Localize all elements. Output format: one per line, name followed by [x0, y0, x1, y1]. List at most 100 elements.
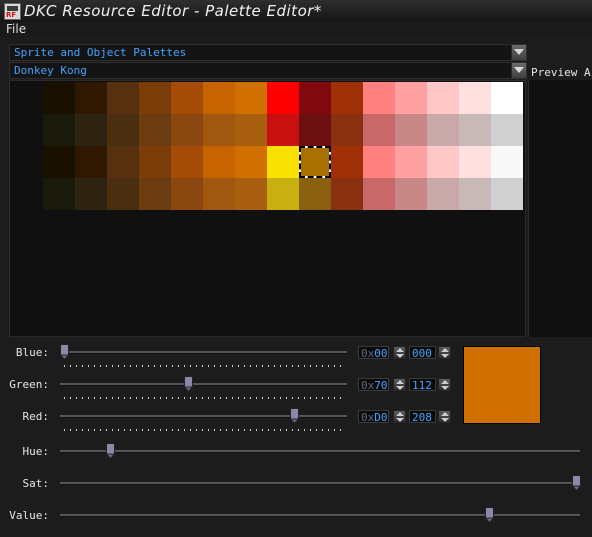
palette-swatch[interactable] — [43, 114, 75, 146]
blue-dec-spinner[interactable] — [438, 346, 451, 359]
palette-swatch[interactable] — [459, 82, 491, 114]
palette-swatch[interactable] — [427, 82, 459, 114]
palette-swatch[interactable] — [43, 146, 75, 178]
red-label: Red: — [22, 410, 50, 423]
palette-swatch[interactable] — [459, 114, 491, 146]
palette-swatch[interactable] — [363, 178, 395, 210]
blue-dec-field[interactable]: 000 — [409, 346, 436, 360]
palette-swatch[interactable] — [395, 146, 427, 178]
red-hex-spinner[interactable] — [393, 410, 406, 423]
palette-swatch[interactable] — [363, 82, 395, 114]
menu-file[interactable]: File — [6, 22, 26, 36]
palette-swatch[interactable] — [235, 82, 267, 114]
palette-swatch[interactable] — [491, 146, 523, 178]
green-slider-ticks — [64, 397, 346, 399]
palette-swatch[interactable] — [395, 178, 427, 210]
palette-swatch[interactable] — [43, 178, 75, 210]
blue-hex-spinner[interactable] — [393, 346, 406, 359]
palette-swatch[interactable] — [491, 114, 523, 146]
palette-swatch[interactable] — [107, 82, 139, 114]
palette-panel — [9, 80, 526, 337]
palette-swatch[interactable] — [331, 82, 363, 114]
palette-swatch[interactable] — [427, 146, 459, 178]
sat-slider-handle[interactable] — [572, 475, 581, 491]
palette-swatch[interactable] — [331, 146, 363, 178]
green-label: Green: — [9, 378, 49, 391]
value-slider-handle[interactable] — [484, 507, 494, 523]
palette-swatch[interactable] — [139, 178, 171, 210]
palette-swatch[interactable] — [107, 114, 139, 146]
palette-swatch[interactable] — [139, 82, 171, 114]
palette-swatch[interactable] — [75, 146, 107, 178]
sat-slider-track[interactable] — [60, 482, 580, 485]
palette-swatch[interactable] — [459, 146, 491, 178]
blue-slider-track[interactable] — [60, 351, 347, 354]
red-slider-ticks — [64, 429, 346, 431]
palette-swatch[interactable] — [107, 146, 139, 178]
palette-swatch[interactable] — [171, 178, 203, 210]
hue-label: Hue: — [22, 445, 50, 458]
palette-swatch[interactable] — [43, 82, 75, 114]
palette-swatch[interactable] — [171, 114, 203, 146]
palette-swatch[interactable] — [331, 178, 363, 210]
palette-swatch[interactable] — [459, 178, 491, 210]
app-icon: RF — [4, 3, 21, 20]
red-slider-track[interactable] — [60, 415, 347, 418]
palette-swatch[interactable] — [299, 114, 331, 146]
palette-swatch[interactable] — [299, 178, 331, 210]
palette-swatch[interactable] — [203, 114, 235, 146]
palette-swatch[interactable] — [75, 178, 107, 210]
palette-swatch[interactable] — [203, 82, 235, 114]
palette-swatch[interactable] — [235, 178, 267, 210]
blue-slider-handle[interactable] — [60, 344, 69, 360]
green-slider-handle[interactable] — [183, 376, 193, 392]
red-hex-field[interactable]: 0xD0 — [358, 410, 389, 424]
blue-hex-field[interactable]: 0x00 — [358, 346, 389, 360]
palette-swatch[interactable] — [427, 114, 459, 146]
palette-swatch[interactable] — [395, 82, 427, 114]
hue-slider-track[interactable] — [60, 450, 580, 453]
palette-swatch[interactable] — [267, 114, 299, 146]
palette-swatch[interactable] — [427, 178, 459, 210]
palette-swatch[interactable] — [139, 114, 171, 146]
palette-swatch[interactable] — [171, 146, 203, 178]
palette-swatch[interactable] — [235, 146, 267, 178]
sat-label: Sat: — [22, 477, 50, 490]
palette-swatch[interactable] — [75, 114, 107, 146]
palette-swatch[interactable] — [139, 146, 171, 178]
palette-swatch[interactable] — [363, 114, 395, 146]
green-dec-field[interactable]: 112 — [409, 378, 436, 392]
palette-grid — [43, 82, 523, 210]
palette-swatch[interactable] — [75, 82, 107, 114]
palette-swatch[interactable] — [395, 114, 427, 146]
palette-swatch[interactable] — [299, 82, 331, 114]
green-hex-field[interactable]: 0x70 — [358, 378, 389, 392]
chevron-down-icon[interactable] — [511, 63, 526, 78]
chevron-down-icon[interactable] — [511, 45, 526, 60]
palette-swatch[interactable] — [171, 82, 203, 114]
palette-swatch[interactable] — [363, 146, 395, 178]
palette-swatch[interactable] — [203, 178, 235, 210]
palette-dropdown[interactable]: Donkey Kong — [9, 62, 527, 79]
palette-swatch[interactable] — [267, 82, 299, 114]
palette-swatch[interactable] — [267, 178, 299, 210]
palette-swatch[interactable] — [331, 114, 363, 146]
green-slider-track[interactable] — [60, 383, 347, 386]
palette-swatch[interactable] — [491, 178, 523, 210]
palette-swatch[interactable] — [491, 82, 523, 114]
value-slider-track[interactable] — [60, 514, 580, 517]
preview-panel — [528, 80, 592, 337]
green-hex-spinner[interactable] — [393, 378, 406, 391]
red-dec-spinner[interactable] — [438, 410, 451, 423]
palette-swatch[interactable] — [235, 114, 267, 146]
palette-swatch[interactable] — [107, 178, 139, 210]
palette-swatch[interactable] — [299, 146, 331, 178]
palette-set-dropdown[interactable]: Sprite and Object Palettes — [9, 44, 527, 61]
red-slider-handle[interactable] — [290, 408, 300, 424]
window-title: DKC Resource Editor - Palette Editor* — [24, 2, 322, 20]
palette-swatch[interactable] — [267, 146, 299, 178]
hue-slider-handle[interactable] — [106, 443, 116, 459]
palette-swatch[interactable] — [203, 146, 235, 178]
red-dec-field[interactable]: 208 — [409, 410, 436, 424]
green-dec-spinner[interactable] — [438, 378, 451, 391]
